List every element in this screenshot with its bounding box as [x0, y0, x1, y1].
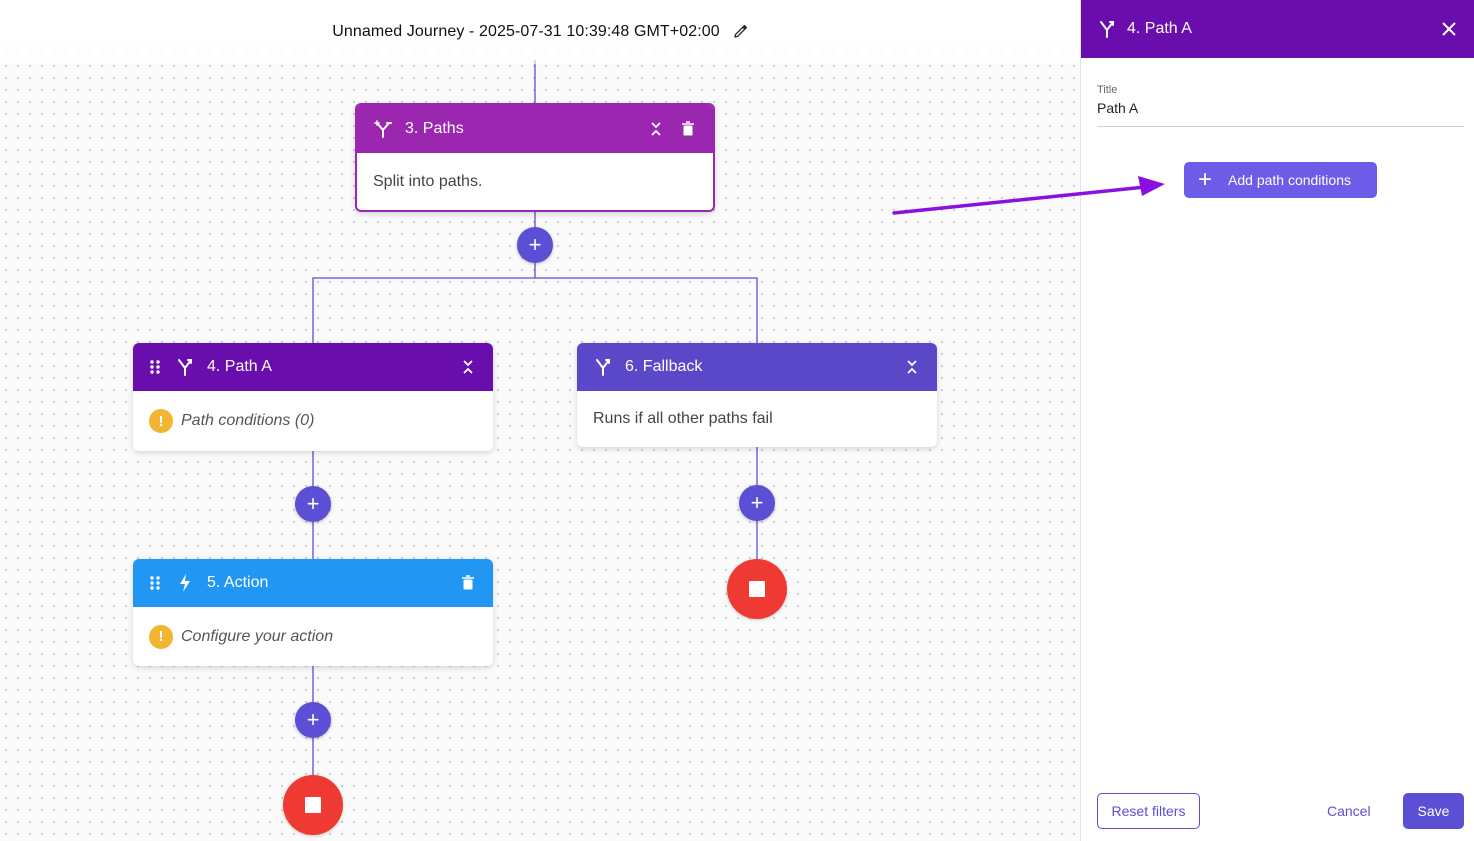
reset-filters-button[interactable]: Reset filters — [1097, 793, 1200, 829]
node-paths-header[interactable]: 3. Paths — [357, 105, 713, 153]
trash-icon[interactable] — [679, 120, 697, 138]
warning-icon: ! — [149, 409, 173, 433]
journey-canvas[interactable]: Unnamed Journey - 2025-07-31 10:39:48 GM… — [0, 0, 1080, 841]
merge-icon — [175, 357, 195, 377]
trash-icon[interactable] — [459, 574, 477, 592]
side-panel: 4. Path A Title Path A + Add path condit… — [1080, 0, 1474, 841]
merge-icon — [1097, 19, 1117, 39]
journey-title: Unnamed Journey - 2025-07-31 10:39:48 GM… — [332, 23, 720, 40]
stop-icon — [305, 797, 321, 813]
stop-icon — [749, 581, 765, 597]
title-field[interactable]: Title Path A — [1097, 84, 1464, 127]
node-fallback-header[interactable]: 6. Fallback — [577, 343, 937, 391]
add-step-button[interactable]: + — [517, 227, 553, 263]
node-paths[interactable]: 3. Paths Split into paths. — [355, 103, 715, 212]
node-fallback-title: 6. Fallback — [625, 358, 703, 375]
node-action[interactable]: 5. Action ! Configure your action — [133, 559, 493, 666]
title-field-label: Title — [1097, 84, 1118, 96]
collapse-icon[interactable] — [459, 358, 477, 376]
node-fallback-body: Runs if all other paths fail — [577, 391, 937, 447]
end-node[interactable] — [283, 775, 343, 835]
add-path-conditions-label: Add path conditions — [1228, 172, 1351, 188]
add-path-conditions-button[interactable]: + Add path conditions — [1184, 162, 1377, 198]
node-action-header[interactable]: 5. Action — [133, 559, 493, 607]
save-button[interactable]: Save — [1403, 793, 1464, 829]
node-fallback-description: Runs if all other paths fail — [593, 410, 773, 427]
side-panel-header: 4. Path A — [1081, 0, 1474, 58]
node-paths-body: Split into paths. — [357, 153, 713, 210]
node-paths-title: 3. Paths — [405, 120, 464, 137]
add-step-button[interactable]: + — [295, 702, 331, 738]
plus-icon: + — [1198, 166, 1213, 193]
warning-icon: ! — [149, 624, 173, 649]
cancel-button[interactable]: Cancel — [1327, 793, 1371, 829]
node-path-a[interactable]: 4. Path A ! Path conditions (0) — [133, 343, 493, 451]
journey-header: Unnamed Journey - 2025-07-31 10:39:48 GM… — [0, 0, 1080, 64]
node-action-body: ! Configure your action — [133, 607, 493, 666]
close-icon[interactable] — [1440, 20, 1458, 38]
collapse-icon[interactable] — [903, 358, 921, 376]
node-fallback[interactable]: 6. Fallback Runs if all other paths fail — [577, 343, 937, 447]
pencil-icon[interactable] — [732, 24, 748, 40]
node-path-a-status: Path conditions (0) — [181, 412, 315, 429]
add-step-button[interactable]: + — [739, 485, 775, 521]
drag-handle-icon[interactable] — [149, 359, 163, 375]
collapse-icon[interactable] — [647, 120, 665, 138]
title-field-value[interactable]: Path A — [1097, 100, 1464, 116]
node-path-a-title: 4. Path A — [207, 358, 272, 375]
add-step-button[interactable]: + — [295, 486, 331, 522]
split-icon — [373, 119, 393, 139]
side-panel-title: 4. Path A — [1127, 20, 1192, 37]
bolt-icon — [175, 573, 195, 593]
end-node[interactable] — [727, 559, 787, 619]
node-path-a-body: ! Path conditions (0) — [133, 391, 493, 451]
node-action-title: 5. Action — [207, 574, 269, 591]
merge-icon — [593, 357, 613, 377]
node-path-a-header[interactable]: 4. Path A — [133, 343, 493, 391]
drag-handle-icon[interactable] — [149, 575, 163, 591]
node-paths-description: Split into paths. — [373, 172, 483, 190]
node-action-status: Configure your action — [181, 627, 334, 645]
